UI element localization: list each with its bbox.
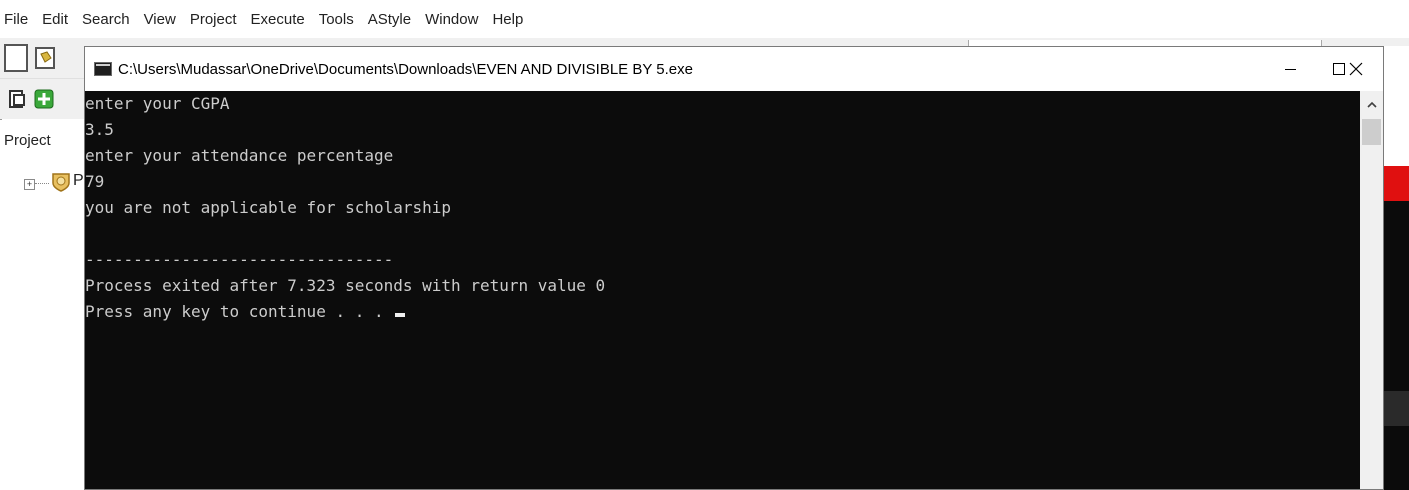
text-cursor xyxy=(395,313,406,317)
console-line: you are not applicable for scholarship xyxy=(85,198,452,217)
menu-edit[interactable]: Edit xyxy=(37,11,77,28)
menu-window[interactable]: Window xyxy=(420,11,487,28)
project-panel: Project + P xyxy=(0,120,87,490)
menu-view[interactable]: View xyxy=(139,11,185,28)
tab-project[interactable]: Project xyxy=(4,132,51,149)
close-button[interactable] xyxy=(1328,47,1384,91)
ide-dark-area xyxy=(1384,201,1409,490)
console-line: 79 xyxy=(85,172,105,191)
menu-project[interactable]: Project xyxy=(185,11,246,28)
project-icon xyxy=(50,171,72,198)
menu-help[interactable]: Help xyxy=(487,11,532,28)
console-title: C:\Users\Mudassar\OneDrive\Documents\Dow… xyxy=(118,60,693,78)
console-line: Press any key to continue . . . xyxy=(85,302,394,321)
tree-connector xyxy=(35,183,49,184)
menu-astyle[interactable]: AStyle xyxy=(363,11,420,28)
minimize-button[interactable] xyxy=(1267,47,1313,91)
ide-gray-area xyxy=(1384,391,1409,426)
add-to-project-icon[interactable] xyxy=(33,85,61,113)
console-line: enter your attendance percentage xyxy=(85,146,394,165)
tree-expand-icon[interactable]: + xyxy=(24,179,35,190)
close-icon xyxy=(1349,62,1363,76)
console-prompt-line: Press any key to continue . . . xyxy=(85,299,1359,325)
new-file-icon[interactable] xyxy=(4,44,28,72)
menu-search[interactable]: Search xyxy=(77,11,139,28)
menu-file[interactable]: File xyxy=(0,11,37,28)
console-titlebar[interactable]: C:\Users\Mudassar\OneDrive\Documents\Dow… xyxy=(85,47,1383,91)
console-window: C:\Users\Mudassar\OneDrive\Documents\Dow… xyxy=(84,46,1384,490)
console-output[interactable]: enter your CGPA 3.5 enter your attendanc… xyxy=(85,91,1359,489)
open-icon[interactable] xyxy=(33,44,61,72)
menu-tools[interactable]: Tools xyxy=(314,11,363,28)
minimize-icon xyxy=(1284,68,1296,70)
console-line: enter your CGPA xyxy=(85,94,230,113)
console-scrollbar[interactable] xyxy=(1360,91,1383,489)
ide-right-edge xyxy=(1384,46,1409,490)
scroll-thumb[interactable] xyxy=(1362,119,1381,145)
scroll-up-arrow-icon xyxy=(1366,101,1377,108)
console-line: -------------------------------- xyxy=(85,250,394,269)
ide-red-marker xyxy=(1384,166,1409,201)
console-line: 3.5 xyxy=(85,120,114,139)
menu-execute[interactable]: Execute xyxy=(246,11,314,28)
ide-menubar: File Edit Search View Project Execute To… xyxy=(0,0,1409,38)
tree-item-project[interactable]: P xyxy=(73,172,84,190)
scroll-up-button[interactable] xyxy=(1360,91,1383,117)
console-line: Process exited after 7.323 seconds with … xyxy=(85,276,606,295)
console-app-icon xyxy=(94,62,112,76)
class-browser-icon[interactable] xyxy=(4,85,32,113)
